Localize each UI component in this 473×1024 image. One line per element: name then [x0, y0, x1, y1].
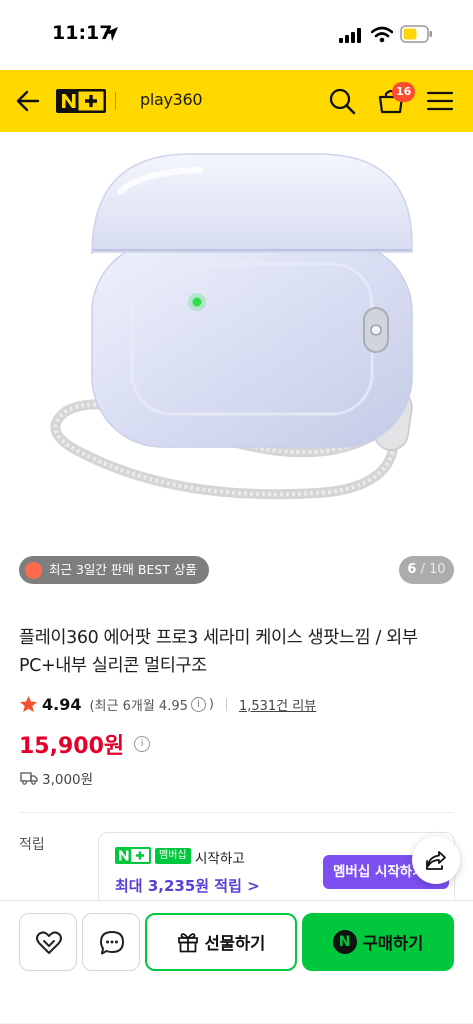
- best-seller-text: 최근 3일간 판매 BEST 상품: [49, 562, 197, 577]
- rating-row: 4.94 (최근 6개월 4.95 i ) 1,531건 리뷰: [19, 693, 316, 715]
- back-arrow-icon[interactable]: [14, 86, 42, 116]
- chat-bubble-icon: [100, 931, 124, 955]
- buy-button[interactable]: N 구매하기: [302, 913, 454, 971]
- gift-icon: [25, 562, 42, 579]
- wishlist-button[interactable]: [19, 913, 77, 971]
- product-title: 플레이360 에어팟 프로3 세라미 케이스 생팟느낌 / 외부 PC+내부 실…: [19, 628, 418, 676]
- buy-button-label: 구매하기: [362, 934, 424, 953]
- battery-icon: [400, 25, 432, 43]
- gift-button-label: 선물하기: [204, 934, 266, 953]
- delivery-fee: 3,000원: [42, 772, 94, 788]
- delivery-row: 3,000원: [20, 768, 93, 788]
- recent-rating-suffix: ): [208, 696, 214, 712]
- location-arrow-icon: [104, 27, 118, 41]
- menu-icon[interactable]: [427, 90, 453, 112]
- gift-button[interactable]: 선물하기: [145, 913, 297, 971]
- airpods-case-illustration: [50, 153, 413, 500]
- app-header: play360 16: [0, 70, 473, 132]
- cellular-signal-icon: [339, 28, 361, 43]
- rating-score: 4.94: [42, 694, 82, 714]
- bottom-action-bar: 선물하기 N 구매하기: [0, 900, 473, 1024]
- section-divider: [19, 812, 454, 813]
- header-divider: [115, 92, 116, 110]
- rating-separator: [225, 697, 227, 711]
- wifi-icon: [371, 26, 393, 43]
- talk-inquiry-button[interactable]: [82, 913, 140, 971]
- review-count-link[interactable]: 1,531건 리뷰: [239, 695, 316, 714]
- points-max-text[interactable]: 최대 3,235원 적립 >: [115, 875, 260, 896]
- points-label: 적립: [19, 837, 45, 853]
- share-button[interactable]: [412, 836, 460, 884]
- delivery-truck-icon: [20, 772, 38, 785]
- image-total: / 10: [420, 562, 446, 577]
- heart-icon: [36, 931, 62, 954]
- best-seller-badge: 최근 3일간 판매 BEST 상품: [19, 556, 209, 584]
- store-name[interactable]: play360: [140, 90, 203, 109]
- price-info-icon[interactable]: i: [134, 736, 151, 752]
- naver-plus-mini-logo: [115, 847, 151, 864]
- rating-info-icon[interactable]: i: [190, 696, 206, 712]
- gift-box-icon: [177, 933, 198, 953]
- image-current-index: 6: [407, 562, 417, 577]
- star-icon: [19, 695, 38, 712]
- status-bar: 11:17: [0, 0, 473, 70]
- price-row: 15,900원 i: [19, 728, 151, 760]
- product-price: 15,900원: [19, 734, 125, 759]
- share-icon: [426, 851, 446, 870]
- naver-plus-logo[interactable]: [56, 89, 106, 113]
- points-start-text: 시작하고: [195, 851, 245, 867]
- naver-n-icon: N: [332, 930, 357, 954]
- recent-rating-prefix: (최근 6개월 4.95: [89, 698, 188, 714]
- image-page-counter: 6 / 10: [399, 556, 454, 584]
- search-icon[interactable]: [328, 87, 356, 115]
- membership-chip: 멤버십: [155, 848, 191, 864]
- product-image[interactable]: [0, 132, 473, 595]
- cart-count-badge: 16: [392, 82, 416, 102]
